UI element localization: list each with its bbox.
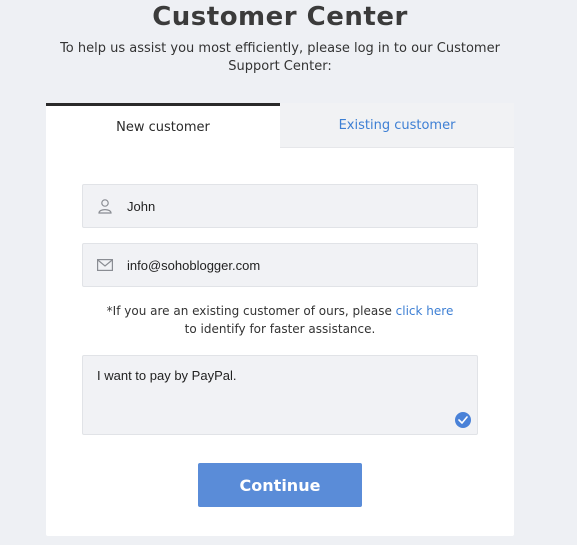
page-subtitle: To help us assist you most efficiently, … — [60, 41, 500, 74]
existing-customer-notice: *If you are an existing customer of ours… — [106, 302, 454, 338]
envelope-icon — [96, 256, 114, 274]
email-field[interactable]: info@sohoblogger.com — [82, 243, 478, 287]
notice-prefix: *If you are an existing customer of ours… — [106, 304, 396, 318]
customer-center-page: Customer Center To help us assist you mo… — [0, 0, 577, 545]
name-value: John — [127, 198, 156, 214]
name-field[interactable]: John — [82, 184, 478, 228]
customer-tabs: New customer Existing customer — [46, 103, 514, 148]
message-value: I want to pay by PayPal. — [97, 368, 237, 383]
message-textarea[interactable]: I want to pay by PayPal. — [82, 355, 478, 435]
check-circle-icon — [455, 412, 471, 428]
tab-new-customer[interactable]: New customer — [46, 103, 280, 148]
click-here-link[interactable]: click here — [396, 304, 454, 318]
login-card: New customer Existing customer John info… — [46, 103, 514, 536]
user-icon — [96, 197, 114, 215]
tab-existing-customer[interactable]: Existing customer — [280, 103, 514, 148]
continue-button[interactable]: Continue — [198, 463, 362, 507]
page-title: Customer Center — [152, 2, 408, 32]
email-value: info@sohoblogger.com — [127, 257, 261, 273]
notice-suffix: to identify for faster assistance. — [184, 322, 376, 336]
